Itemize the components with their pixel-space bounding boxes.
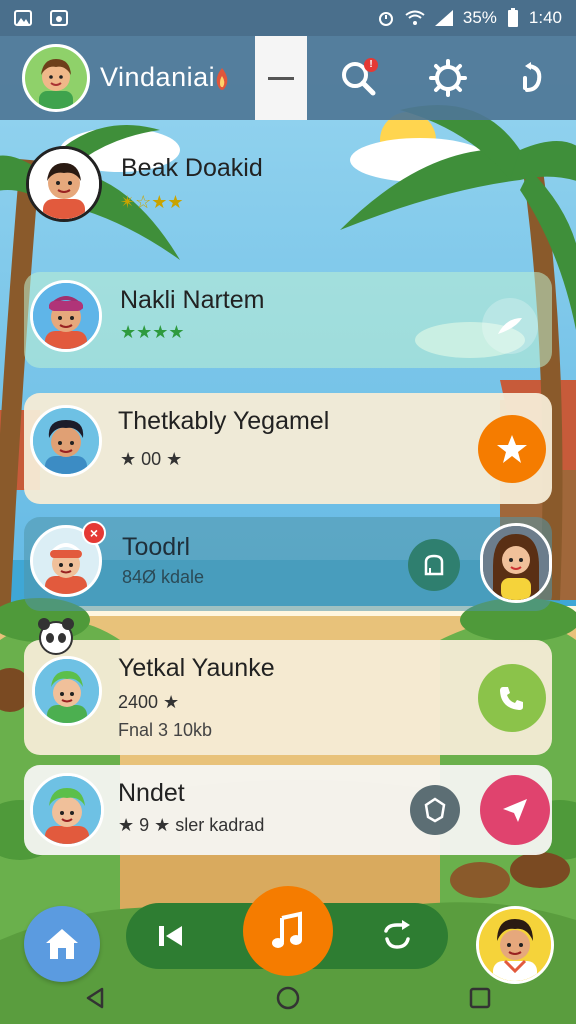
home-nav-button[interactable] — [275, 985, 301, 1016]
refresh-icon — [523, 62, 542, 92]
contact-status: 84Ø kdale — [122, 567, 205, 587]
star-icon — [497, 435, 527, 463]
profile-avatar[interactable] — [22, 44, 90, 112]
contact-status: Fnal 3 10kb — [118, 720, 213, 740]
contact-card[interactable]: Thetkably Yegamel ★ 00 ★ — [24, 393, 552, 504]
contact-card[interactable]: Nakli Nartem ★★★★ — [24, 272, 552, 368]
back-nav-icon — [86, 987, 103, 1008]
contact-card[interactable]: × Toodrl 84Ø kdale — [24, 517, 552, 611]
status-bar: 35% 1:40 — [0, 0, 576, 36]
panda-sticker-icon — [38, 618, 74, 655]
home-icon — [46, 929, 78, 959]
notification-badge: ! — [364, 58, 378, 72]
shield-button[interactable] — [410, 785, 460, 835]
repeat-button[interactable] — [380, 919, 414, 958]
friend-avatar[interactable] — [480, 523, 552, 603]
contact-name: Yetkal Yaunke — [118, 654, 275, 682]
music-note-icon — [272, 911, 302, 948]
contact-avatar — [30, 405, 102, 477]
refresh-button[interactable] — [508, 56, 552, 100]
play-music-button[interactable] — [243, 886, 333, 976]
close-badge-icon[interactable]: × — [82, 521, 106, 545]
repeat-icon — [384, 920, 410, 949]
alarm-icon — [378, 12, 393, 26]
skip-back-button[interactable] — [156, 921, 184, 956]
pot-icon — [424, 554, 444, 576]
contact-rating: ★ 9 ★ sler kadrad — [118, 815, 265, 835]
back-nav-button[interactable] — [84, 986, 108, 1015]
recents-nav-icon — [470, 987, 491, 1008]
gallery-notification-icon — [14, 10, 32, 26]
contact-rating: ✴☆★★ — [120, 192, 184, 212]
user-avatar[interactable] — [476, 906, 554, 984]
contact-score: 2400 ★ — [118, 692, 180, 712]
skip-back-icon — [159, 926, 182, 946]
send-icon — [498, 318, 522, 334]
contact-rating: ★★★★ — [120, 322, 185, 342]
contact-name: Toodrl — [122, 533, 191, 561]
paper-plane-icon — [503, 799, 527, 822]
contact-name: Thetkably Yegamel — [118, 407, 330, 435]
contact-name: Nndet — [118, 779, 185, 807]
contact-avatar — [30, 773, 104, 847]
settings-icon — [429, 59, 467, 97]
contact-name: Beak Doakid — [121, 154, 263, 182]
flame-icon — [216, 68, 228, 90]
app-header: Vindaniai ! — [0, 36, 576, 120]
wifi-icon — [405, 10, 425, 25]
shield-icon — [424, 797, 446, 823]
contact-card[interactable]: Nndet ★ 9 ★ sler kadrad — [24, 765, 552, 855]
phone-icon — [500, 687, 523, 710]
contact-name: Nakli Nartem — [120, 286, 265, 314]
contact-card[interactable]: Beak Doakid ✴☆★★ — [24, 140, 552, 230]
app-title: Vindaniai — [100, 62, 216, 92]
shield-notification-icon — [50, 10, 68, 26]
search-button[interactable]: ! — [336, 56, 380, 100]
settings-button[interactable] — [426, 56, 470, 100]
send-action-button[interactable] — [480, 775, 550, 845]
clock: 1:40 — [528, 8, 562, 27]
minimize-button[interactable] — [255, 36, 307, 120]
minus-icon — [268, 76, 294, 80]
contact-rating: ★ 00 ★ — [120, 449, 183, 469]
system-navigation-bar — [0, 976, 576, 1024]
call-button[interactable] — [478, 664, 546, 732]
contact-card[interactable]: Yetkal Yaunke 2400 ★ Fnal 3 10kb — [24, 618, 552, 755]
contact-avatar — [30, 280, 102, 352]
signal-icon — [434, 10, 453, 26]
contact-avatar — [32, 656, 102, 726]
home-nav-icon — [276, 986, 300, 1009]
home-button[interactable] — [24, 906, 100, 982]
contact-avatar — [26, 146, 102, 222]
cook-button[interactable] — [408, 539, 460, 591]
send-button[interactable] — [482, 298, 538, 354]
battery-icon — [507, 8, 518, 27]
battery-percent: 35% — [462, 8, 497, 27]
favorite-button[interactable] — [478, 415, 546, 483]
recents-nav-button[interactable] — [468, 986, 492, 1015]
